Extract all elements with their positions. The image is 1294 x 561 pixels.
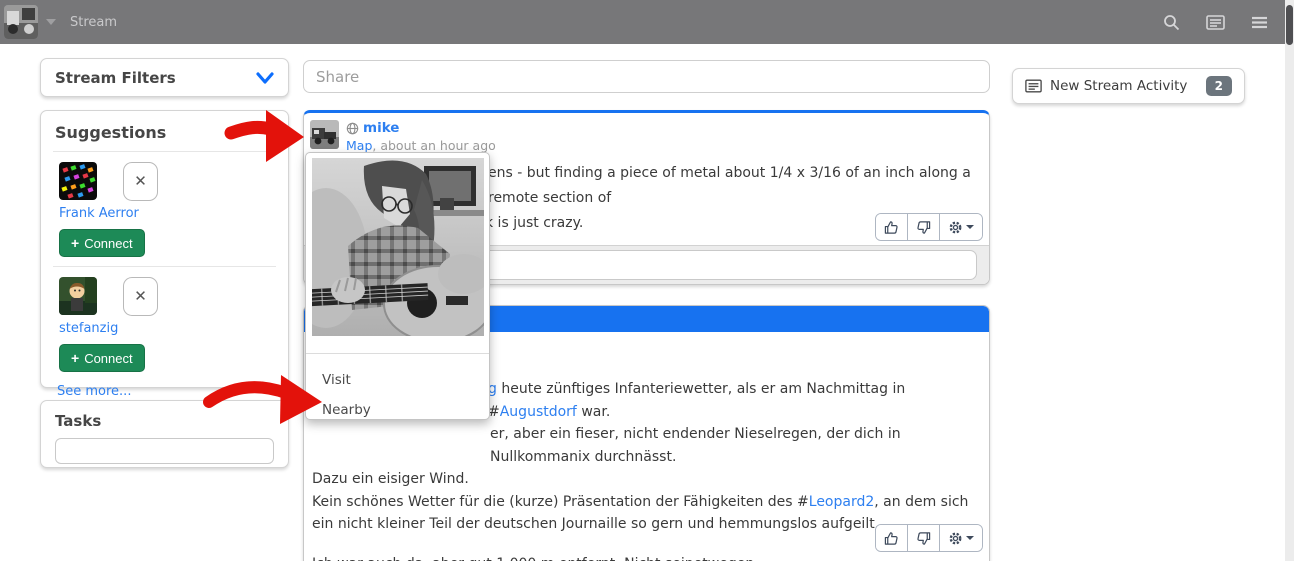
gear-icon [948,531,963,546]
page-scrollbar[interactable] [1285,0,1294,561]
menu-item-nearby[interactable]: Nearby [306,395,489,425]
contact-name-link[interactable]: stefanzig [59,321,274,336]
close-icon: ✕ [134,174,147,189]
contact-avatar[interactable] [59,277,97,315]
connect-button[interactable]: + Connect [59,229,145,257]
profile-popup-menu: Visit Nearby [306,365,489,425]
chevron-down-icon[interactable] [256,71,274,85]
tasks-title: Tasks [55,412,274,430]
stream-page: Stream Stream Fi [0,0,1294,561]
suggestions-panel: Suggestions [40,110,289,388]
post-author-avatar[interactable] [310,120,339,149]
post-author-name[interactable]: mike [363,120,399,136]
like-button[interactable] [876,214,908,240]
menu-item-visit[interactable]: Visit [306,365,489,395]
new-stream-activity-label: New Stream Activity [1050,78,1187,94]
tasks-panel: Tasks [40,400,289,468]
contact-name-link[interactable]: Frank Aerror [59,206,274,221]
post-author-avatar-image [310,120,339,149]
close-icon: ✕ [134,289,147,304]
hashtag-link[interactable]: Augustdorf [500,404,577,420]
hamburger-menu-icon[interactable] [1251,16,1268,29]
stream-filters-title: Stream Filters [55,69,176,87]
post-location-link[interactable]: Map [346,138,372,153]
thumbs-up-icon [884,220,899,235]
plus-icon: + [71,235,79,251]
user-avatar[interactable] [4,5,38,39]
connect-label: Connect [84,351,132,366]
profile-photo [312,158,484,336]
post-text-line: Dazu ein eisiger Wind. [312,468,981,491]
top-navbar: Stream [0,0,1294,44]
contact-avatar-image [59,277,97,315]
post-meta: Map, about an hour ago [346,138,496,153]
post-text-line: er, aber ein fieser, nicht endender Nies… [312,423,981,468]
dislike-button[interactable] [908,214,940,240]
user-avatar-image [4,5,38,39]
navbar-actions [1163,14,1294,31]
profile-hover-card: Visit Nearby [305,152,490,420]
chevron-down-icon [966,536,974,540]
connect-button[interactable]: + Connect [59,344,145,372]
post-text-line: Ich war auch da, aber gut 1.000 m entfer… [312,553,981,561]
new-stream-activity-panel[interactable]: New Stream Activity 2 [1012,68,1245,104]
thumbs-down-icon [916,220,931,235]
activity-count-badge: 2 [1206,76,1232,96]
search-icon[interactable] [1163,14,1180,31]
chevron-down-icon [966,225,974,229]
post-action-buttons [875,524,983,552]
divider [306,353,489,354]
globe-icon [346,122,359,135]
thumbs-down-icon [916,531,931,546]
scrollbar-thumb[interactable] [1286,5,1293,45]
post-options-button[interactable] [940,214,982,240]
profile-photo-image [312,158,484,336]
suggestion-item: ✕ stefanzig + Connect [55,277,274,372]
navbar-user-menu[interactable]: Stream [0,5,117,39]
dismiss-suggestion-button[interactable]: ✕ [123,162,158,201]
thumbs-up-icon [884,531,899,546]
divider [53,151,276,152]
stream-panel-icon[interactable] [1206,15,1225,30]
connect-label: Connect [84,236,132,251]
like-button[interactable] [876,525,908,551]
post-options-button[interactable] [940,525,982,551]
stream-filters-panel[interactable]: Stream Filters [40,58,289,97]
dislike-button[interactable] [908,525,940,551]
chevron-down-icon [46,19,56,25]
post-action-buttons [875,213,983,241]
share-input[interactable] [304,68,989,86]
share-composer[interactable] [303,60,990,93]
suggestions-title: Suggestions [55,123,274,142]
newspaper-icon [1025,79,1042,93]
task-input[interactable] [55,438,274,464]
suggestion-item: ✕ Frank Aerror + Connect [55,162,274,257]
divider [53,266,276,267]
post-header: mike Map, about an hour ago [310,120,496,153]
see-more-link[interactable]: See more... [57,384,131,399]
plus-icon: + [71,350,79,366]
contact-avatar-image [59,162,97,200]
contact-avatar[interactable] [59,162,97,200]
hashtag-link[interactable]: Leopard2 [809,494,875,510]
post-timestamp: , about an hour ago [372,138,495,153]
page-title: Stream [70,15,117,30]
dismiss-suggestion-button[interactable]: ✕ [123,277,158,316]
gear-icon [948,220,963,235]
